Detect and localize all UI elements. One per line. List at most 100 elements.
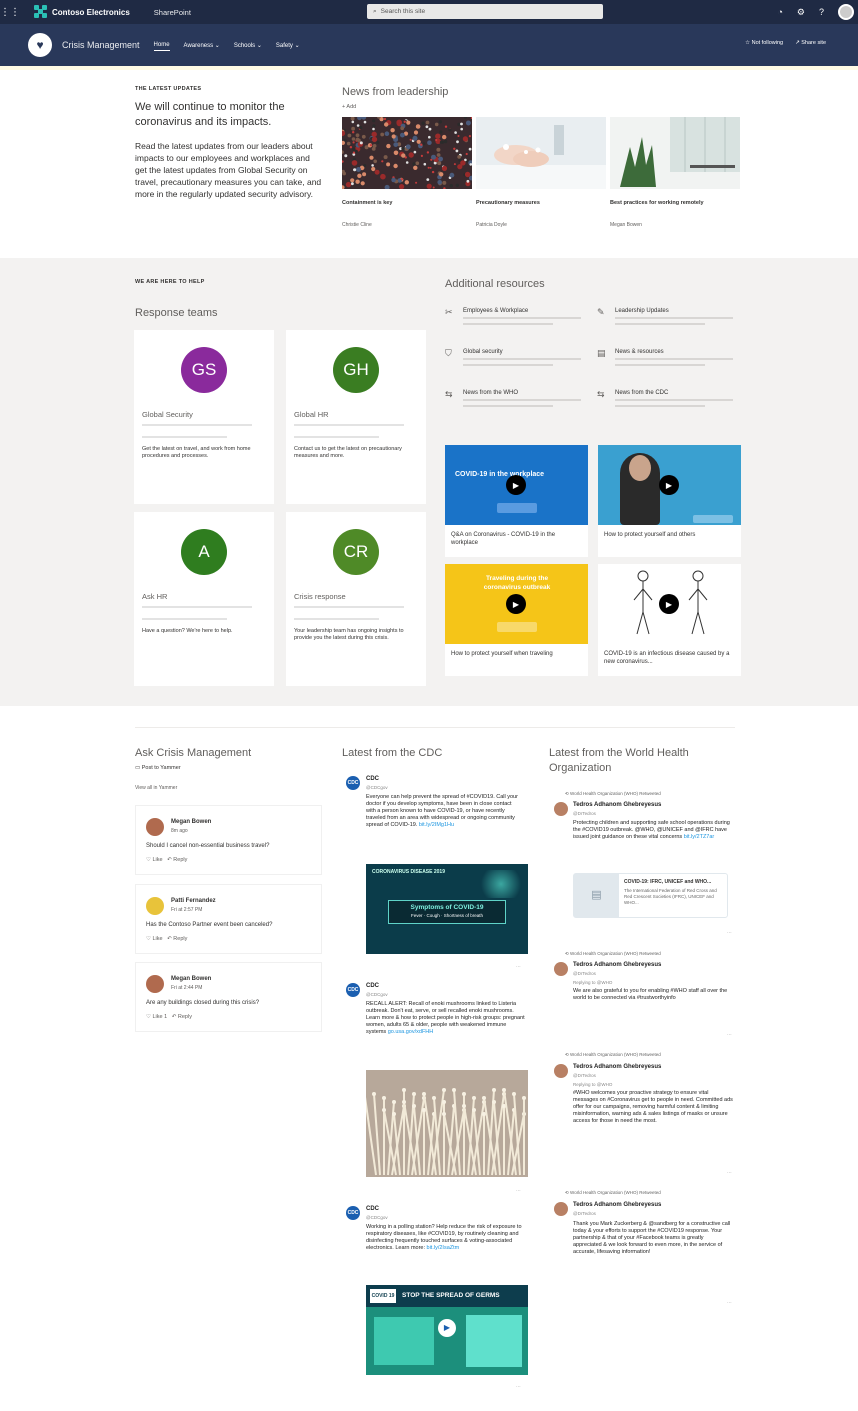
tedros-avatar[interactable] xyxy=(554,1202,568,1216)
yammer-post[interactable]: Patti Fernandez Fri at 2:57 PM Has the C… xyxy=(135,884,322,954)
view-all-yammer-link[interactable]: View all in Yammer xyxy=(135,785,177,791)
post-to-yammer-label: Post to Yammer xyxy=(141,765,181,771)
tweet-share-icon[interactable]: ⋯ xyxy=(727,1170,732,1176)
tedros-avatar[interactable] xyxy=(554,962,568,976)
app-name[interactable]: SharePoint xyxy=(154,8,191,17)
help-icon[interactable]: ? xyxy=(819,7,824,17)
reply-button[interactable]: ↶ Reply xyxy=(167,936,187,942)
app-launcher-icon[interactable]: ⋮⋮ xyxy=(0,0,20,24)
nav-safety[interactable]: Safety ⌄ xyxy=(276,40,300,51)
news-card[interactable]: Precautionary measures Patricia Doyle xyxy=(476,117,606,240)
cdc-title: Latest from the CDC xyxy=(342,747,443,759)
tweet-handle[interactable]: CDC xyxy=(366,776,379,782)
tweet-handle[interactable]: CDC xyxy=(366,983,379,989)
tweet-sub: @DrTedros xyxy=(573,971,596,976)
post-author[interactable]: Megan Bowen xyxy=(171,819,211,825)
share-button[interactable]: ↗ Share site xyxy=(795,40,826,46)
tweet-image[interactable]: STOP THE SPREAD OF GERMS COVID 19 ▶ xyxy=(366,1285,528,1375)
retweet-text: World Health Organization (WHO) Retweete… xyxy=(570,791,661,796)
heart-icon[interactable]: ♥ xyxy=(28,33,52,57)
news-card[interactable]: Best practices for working remotely Mega… xyxy=(610,117,740,240)
video-card[interactable]: COVID-19 in the workplace ▶ Q&A on Coron… xyxy=(445,445,588,557)
team-name: Crisis response xyxy=(294,592,346,601)
retweet-icon: ⟲ xyxy=(565,1190,569,1195)
tweet-handle[interactable]: CDC xyxy=(366,1206,379,1212)
like-button[interactable]: ♡ Like xyxy=(146,857,163,863)
cdc-avatar[interactable]: CDC xyxy=(346,1206,360,1220)
play-icon[interactable]: ▶ xyxy=(438,1319,456,1337)
resource-leadership-updates[interactable]: ✎ Leadership Updates xyxy=(597,307,737,333)
team-card-global-hr[interactable]: GH Global HR Contact us to get the lates… xyxy=(286,330,426,504)
tweet-image[interactable]: CORONAVIRUS DISEASE 2019 Symptoms of COV… xyxy=(366,864,528,954)
tweet-link[interactable]: bit.ly/2TZ7ar xyxy=(684,834,715,840)
search-box[interactable]: ⌕ Search this site xyxy=(367,4,603,19)
tweet-share-icon[interactable]: ⋯ xyxy=(516,1188,521,1194)
tweet-handle[interactable]: Tedros Adhanom Ghebreyesus xyxy=(573,962,661,968)
video-card[interactable]: ▶ How to protect yourself and others xyxy=(598,445,741,557)
play-icon[interactable]: ▶ xyxy=(659,475,679,495)
resource-news-cdc[interactable]: ⇆ News from the CDC xyxy=(597,389,737,415)
tedros-avatar[interactable] xyxy=(554,1064,568,1078)
video-card[interactable]: Traveling during the coronavirus outbrea… xyxy=(445,564,588,676)
tweet-share-icon[interactable]: ⋯ xyxy=(516,1384,521,1390)
resource-global-security[interactable]: ⛉ Global security xyxy=(445,348,585,374)
tweet-handle[interactable]: Tedros Adhanom Ghebreyesus xyxy=(573,1064,661,1070)
news-card[interactable]: Containment is key Christie Cline xyxy=(339,114,474,240)
reply-button[interactable]: ↶ Reply xyxy=(167,857,187,863)
team-card-global-security[interactable]: GS Global Security Get the latest on tra… xyxy=(134,330,274,504)
tweet-link[interactable]: bit.ly/2IsaZtm xyxy=(427,1245,460,1251)
org-brand[interactable]: Contoso Electronics xyxy=(34,5,130,19)
tweet-handle[interactable]: Tedros Adhanom Ghebreyesus xyxy=(573,802,661,808)
play-icon[interactable]: ▶ xyxy=(659,594,679,614)
retweet-icon: ⟲ xyxy=(565,791,569,796)
news-card-author: Megan Bowen xyxy=(610,222,642,228)
reply-button[interactable]: ↶ Reply xyxy=(172,1014,192,1020)
video-title: Q&A on Coronavirus - COVID-19 in the wor… xyxy=(451,532,556,546)
tweet-link[interactable]: bit.ly/2IMg1Hu xyxy=(419,822,454,828)
video-card[interactable]: ▶ COVID-19 is an infectious disease caus… xyxy=(598,564,741,676)
post-author[interactable]: Patti Fernandez xyxy=(171,898,216,904)
resource-news-who[interactable]: ⇆ News from the WHO xyxy=(445,389,585,415)
follow-button[interactable]: ☆ Not following xyxy=(745,40,783,46)
tweet-text: Thank you Mark Zuckerberg & @sandberg fo… xyxy=(573,1221,731,1255)
link-card[interactable]: ▤ COVID-19: IFRC, UNICEF and WHO... The … xyxy=(573,873,728,918)
resource-label: Employees & Workplace xyxy=(463,308,529,314)
tweet-handle[interactable]: Tedros Adhanom Ghebreyesus xyxy=(573,1202,661,1208)
tedros-avatar[interactable] xyxy=(554,802,568,816)
team-card-crisis-response[interactable]: CR Crisis response Your leadership team … xyxy=(286,512,426,686)
nav-safety-label: Safety xyxy=(275,42,293,49)
tweet-share-icon[interactable]: ⋯ xyxy=(727,1300,732,1306)
site-header: ♥ Crisis Management Home Awareness ⌄ Sch… xyxy=(0,24,858,66)
resource-employees-workplace[interactable]: ✂ Employees & Workplace xyxy=(445,307,585,333)
nav-home[interactable]: Home xyxy=(153,40,170,51)
video-overlay-text: COVID-19 in the workplace xyxy=(455,471,545,478)
like-button[interactable]: ♡ Like xyxy=(146,936,163,942)
cdc-avatar[interactable]: CDC xyxy=(346,983,360,997)
nav-awareness[interactable]: Awareness ⌄ xyxy=(184,40,220,51)
tweet-share-icon[interactable]: ⋯ xyxy=(727,930,732,936)
avatar[interactable] xyxy=(838,4,854,20)
link-icon: ⇆ xyxy=(597,389,605,399)
team-phone-line xyxy=(142,618,227,620)
site-name[interactable]: Crisis Management xyxy=(62,40,140,50)
settings-icon[interactable]: ⚙ xyxy=(797,7,805,18)
tweet-share-icon[interactable]: ⋯ xyxy=(727,1032,732,1038)
post-author[interactable]: Megan Bowen xyxy=(171,976,211,982)
play-icon[interactable]: ▶ xyxy=(506,475,526,495)
yammer-post[interactable]: Megan Bowen Fri at 2:44 PM Are any build… xyxy=(135,962,322,1032)
retweet-text: World Health Organization (WHO) Retweete… xyxy=(570,1190,661,1195)
notifications-icon[interactable]: ◔ xyxy=(777,7,782,17)
tweet-link[interactable]: go.usa.gov/xdFHH xyxy=(388,1029,434,1035)
post-to-yammer-button[interactable]: ▭ Post to Yammer xyxy=(135,765,181,771)
tweet-share-icon[interactable]: ⋯ xyxy=(516,964,521,970)
tweet-image[interactable] xyxy=(366,1070,528,1177)
like-button[interactable]: ♡ Like 1 xyxy=(146,1014,167,1020)
play-icon[interactable]: ▶ xyxy=(506,594,526,614)
cdc-avatar[interactable]: CDC xyxy=(346,776,360,790)
team-card-ask-hr[interactable]: A Ask HR Have a question? We're here to … xyxy=(134,512,274,686)
yammer-post[interactable]: Megan Bowen 8m ago Should I cancel non-e… xyxy=(135,805,322,875)
nav-schools[interactable]: Schools ⌄ xyxy=(234,40,262,51)
news-add-button[interactable]: + Add xyxy=(342,104,356,110)
news-image-crowd xyxy=(339,114,474,190)
resource-news-resources[interactable]: ▤ News & resources xyxy=(597,348,737,374)
